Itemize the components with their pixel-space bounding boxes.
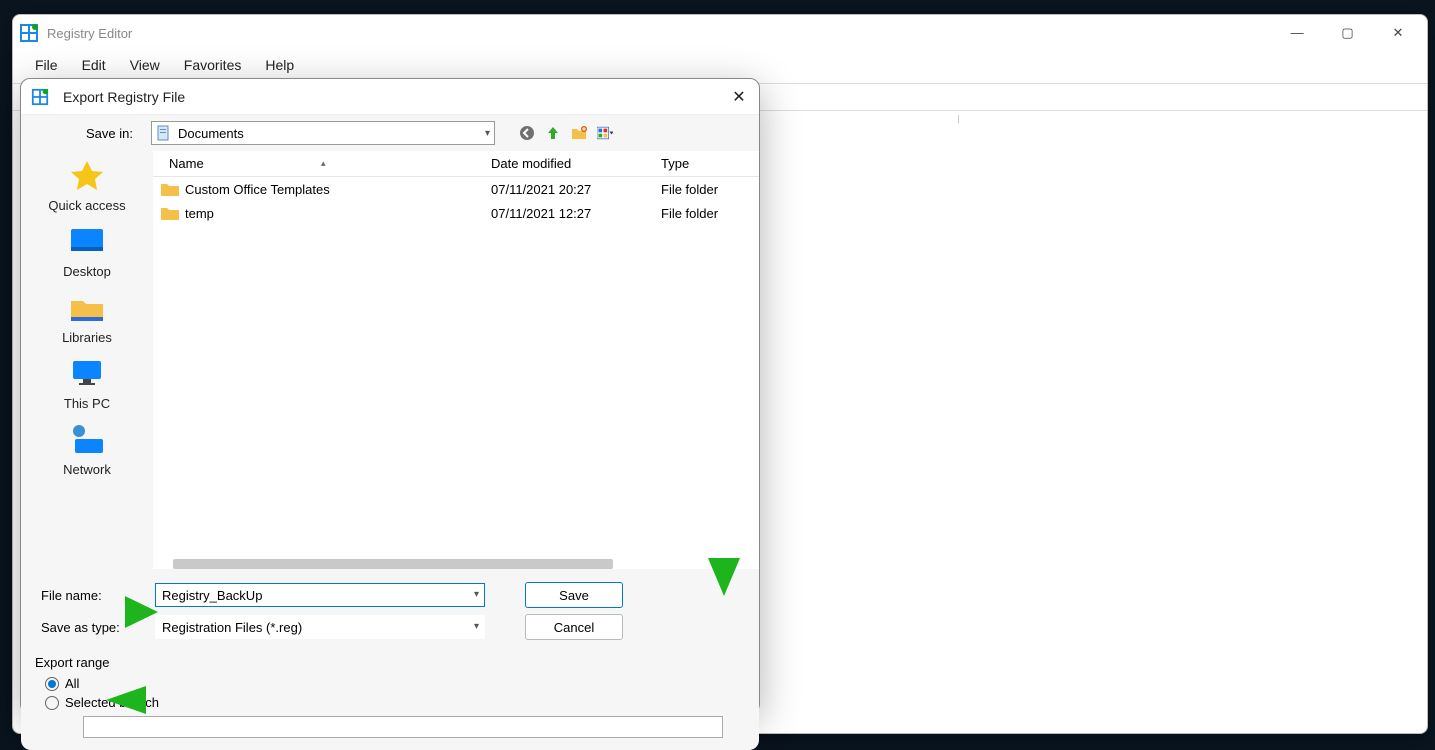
back-icon[interactable] [519, 125, 535, 141]
documents-icon [156, 125, 172, 141]
chevron-down-icon: ▾ [485, 128, 490, 139]
close-button[interactable]: ✕ [1375, 18, 1421, 48]
view-menu-icon[interactable] [597, 125, 613, 141]
file-list: Name▴ Date modified Type Custom Office T… [153, 151, 759, 569]
sidebar-this-pc[interactable]: This PC [21, 357, 153, 411]
star-icon [67, 159, 107, 191]
cancel-button[interactable]: Cancel [525, 614, 623, 640]
save-in-combo[interactable]: Documents ▾ [151, 121, 495, 145]
save-as-type-label: Save as type: [35, 620, 155, 635]
horizontal-scrollbar[interactable] [173, 559, 613, 569]
column-name[interactable]: Name▴ [153, 156, 483, 171]
menu-file[interactable]: File [25, 55, 68, 75]
menu-help[interactable]: Help [255, 55, 304, 75]
sidebar-network[interactable]: Network [21, 423, 153, 477]
column-type[interactable]: Type [653, 156, 759, 171]
dialog-title: Export Registry File [63, 89, 729, 105]
chevron-down-icon[interactable]: ▾ [474, 589, 479, 600]
save-in-row: Save in: Documents ▾ [21, 115, 759, 151]
network-icon [67, 423, 107, 455]
sidebar-quick-access[interactable]: Quick access [21, 159, 153, 213]
column-date-modified[interactable]: Date modified [483, 156, 653, 171]
chevron-down-icon[interactable]: ▾ [474, 621, 479, 632]
save-button[interactable]: Save [525, 582, 623, 608]
new-folder-icon[interactable] [571, 125, 587, 141]
list-item[interactable]: temp 07/11/2021 12:27 File folder [153, 201, 759, 225]
radio-icon [45, 696, 59, 710]
save-in-label: Save in: [31, 126, 143, 141]
regedit-icon [31, 88, 49, 106]
list-item[interactable]: Custom Office Templates 07/11/2021 20:27… [153, 177, 759, 201]
export-registry-file-dialog: Export Registry File ✕ Save in: Document… [20, 78, 760, 714]
radio-all[interactable]: All [45, 676, 745, 691]
titlebar: Registry Editor — ▢ ✕ [13, 15, 1427, 51]
menubar: File Edit View Favorites Help [13, 51, 1427, 79]
export-range-group: Export range All Selected branch [21, 649, 759, 750]
sidebar-libraries[interactable]: Libraries [21, 291, 153, 345]
minimize-button[interactable]: — [1274, 18, 1320, 48]
export-range-legend: Export range [35, 655, 745, 670]
places-sidebar: Quick access Desktop Libraries This PC N… [21, 151, 153, 569]
sidebar-desktop[interactable]: Desktop [21, 225, 153, 279]
monitor-icon [67, 357, 107, 389]
folder-icon [161, 182, 179, 196]
column-divider [958, 115, 959, 123]
libraries-icon [67, 291, 107, 323]
folder-icon [161, 206, 179, 220]
maximize-button[interactable]: ▢ [1325, 18, 1371, 48]
menu-view[interactable]: View [120, 55, 170, 75]
file-name-label: File name: [35, 588, 155, 603]
sort-indicator-icon: ▴ [313, 158, 334, 169]
dialog-titlebar: Export Registry File ✕ [21, 79, 759, 115]
app-title: Registry Editor [47, 26, 1274, 41]
selected-branch-input[interactable] [83, 716, 723, 738]
menu-favorites[interactable]: Favorites [174, 55, 252, 75]
up-one-level-icon[interactable] [545, 125, 561, 141]
regedit-icon [19, 23, 39, 43]
file-name-input[interactable] [155, 583, 485, 607]
radio-selected-branch[interactable]: Selected branch [45, 695, 745, 710]
menu-edit[interactable]: Edit [72, 55, 116, 75]
dialog-close-button[interactable]: ✕ [729, 87, 749, 107]
radio-icon [45, 677, 59, 691]
column-headers: Name▴ Date modified Type [153, 151, 759, 177]
save-as-type-combo[interactable]: Registration Files (*.reg) [155, 615, 485, 639]
save-in-value: Documents [178, 126, 244, 141]
desktop-icon [67, 225, 107, 257]
